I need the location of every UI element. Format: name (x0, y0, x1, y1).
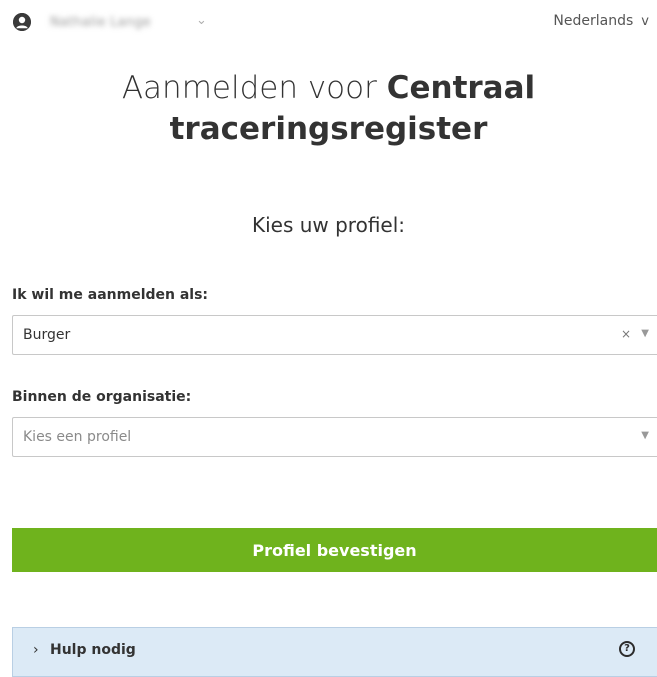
top-bar: Nathalie Lange ⌄ Nederlands v (0, 0, 657, 50)
chevron-down-icon: v (641, 14, 649, 29)
organisation-select[interactable]: Kies een profiel ▼ (12, 417, 657, 457)
help-label: Hulp nodig (50, 642, 136, 658)
clear-icon[interactable]: × (621, 327, 631, 341)
title-bold-part: Centraal (386, 70, 536, 106)
profile-subtitle: Kies uw profiel: (251, 213, 406, 237)
user-menu-chevron-icon[interactable]: ⌄ (196, 13, 207, 28)
title-line-2: traceringsregister (169, 111, 488, 147)
language-label: Nederlands (553, 13, 634, 29)
question-circle-icon[interactable]: ? (619, 641, 635, 657)
title-line-1: Aanmelden voor Centraal (0, 68, 657, 109)
dropdown-arrow-icon[interactable]: ▼ (641, 328, 649, 339)
help-panel-toggle[interactable]: › Hulp nodig ? (12, 627, 657, 677)
chevron-right-icon: › (33, 642, 39, 658)
user-circle-icon[interactable] (13, 13, 31, 31)
page-title: Aanmelden voor Centraal traceringsregist… (0, 68, 657, 150)
user-name[interactable]: Nathalie Lange (50, 15, 151, 30)
confirm-profile-button[interactable]: Profiel bevestigen (12, 528, 657, 572)
role-select[interactable]: Burger × ▼ (12, 315, 657, 355)
organisation-field-label: Binnen de organisatie: (12, 389, 192, 405)
language-selector[interactable]: Nederlands v (553, 13, 649, 29)
title-prefix: Aanmelden voor (121, 70, 377, 106)
dropdown-arrow-icon[interactable]: ▼ (641, 430, 649, 441)
role-field-label: Ik wil me aanmelden als: (12, 287, 209, 303)
organisation-placeholder: Kies een profiel (23, 429, 132, 445)
role-selected-value: Burger (23, 327, 71, 343)
